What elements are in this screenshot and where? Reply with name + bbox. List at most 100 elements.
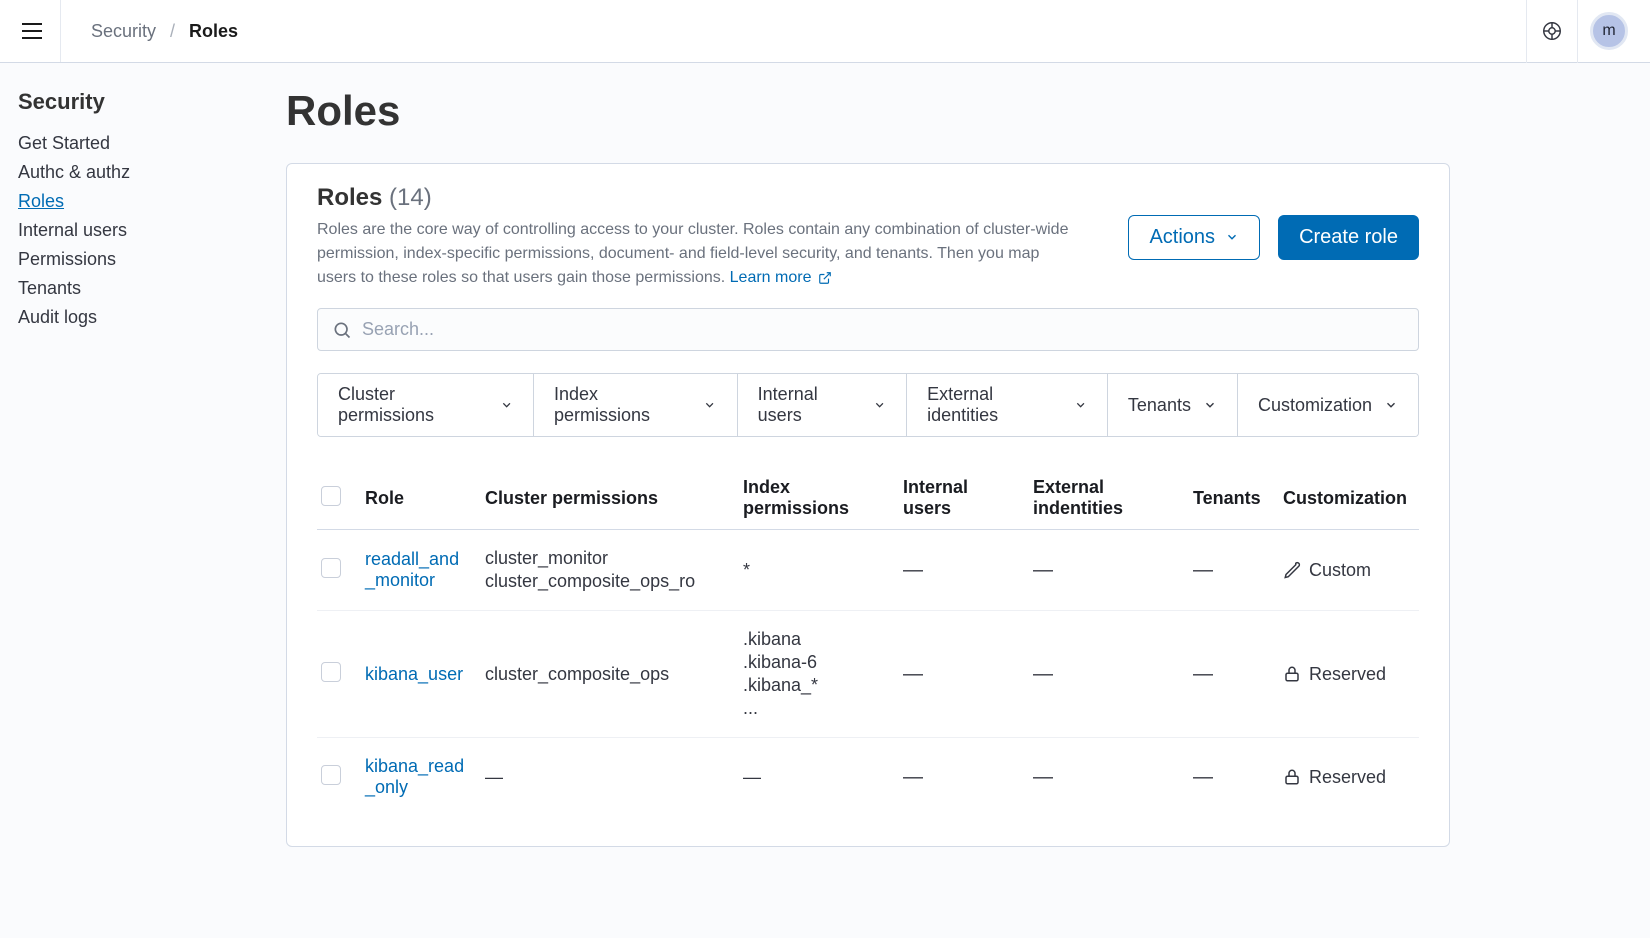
filter-label: Cluster permissions (338, 384, 488, 426)
sidebar-item-internal-users[interactable]: Internal users (18, 216, 268, 245)
lock-icon (1283, 665, 1301, 683)
index-permissions-cell: .kibana.kibana-6.kibana_*... (743, 629, 887, 719)
table-row: kibana_read_only—————Reserved (317, 738, 1419, 817)
actions-label: Actions (1149, 226, 1215, 249)
th-customization[interactable]: Customization (1279, 467, 1419, 530)
breadcrumb-current: Roles (189, 21, 238, 42)
learn-more-text: Learn more (730, 269, 812, 286)
sidebar-item-tenants[interactable]: Tenants (18, 274, 268, 303)
sidebar-item-get-started[interactable]: Get Started (18, 129, 268, 158)
card-header: Roles (14) Roles are the core way of con… (317, 184, 1419, 290)
th-internal-users[interactable]: Internal users (899, 467, 1029, 530)
filter-internal-users[interactable]: Internal users (738, 374, 907, 436)
lock-icon (1283, 768, 1301, 786)
tenants-cell: — (1193, 663, 1213, 685)
card-actions: Actions Create role (1128, 184, 1419, 290)
select-all-checkbox[interactable] (321, 486, 341, 506)
search-field[interactable] (317, 308, 1419, 351)
app-header: Security / Roles m (0, 0, 1650, 63)
chevron-down-icon (500, 398, 513, 412)
index-permissions-cell: — (743, 767, 887, 788)
sidebar-nav: Get Started Authc & authz Roles Internal… (18, 129, 268, 332)
breadcrumb-separator: / (170, 21, 175, 42)
customization-label: Reserved (1309, 664, 1386, 685)
breadcrumb-parent[interactable]: Security (91, 21, 156, 42)
chevron-down-icon (1074, 398, 1087, 412)
filters-row: Cluster permissions Index permissions In… (317, 373, 1419, 437)
pencil-icon (1283, 561, 1301, 579)
chevron-down-icon (703, 398, 716, 412)
row-checkbox[interactable] (321, 765, 341, 785)
tenants-cell: — (1193, 559, 1213, 581)
search-input[interactable] (362, 319, 1404, 340)
filter-tenants[interactable]: Tenants (1108, 374, 1238, 436)
roles-card: Roles (14) Roles are the core way of con… (286, 163, 1450, 847)
chevron-down-icon (1203, 398, 1217, 412)
table-row: readall_and_monitor cluster_monitorcluste… (317, 530, 1419, 611)
th-external-identities[interactable]: External indentities (1029, 467, 1189, 530)
customization-cell: Reserved (1283, 664, 1407, 685)
filter-cluster-permissions[interactable]: Cluster permissions (318, 374, 534, 436)
external-link-icon (818, 271, 832, 285)
sidebar-item-audit-logs[interactable]: Audit logs (18, 303, 268, 332)
customization-cell: Reserved (1283, 767, 1407, 788)
card-description: Roles are the core way of controlling ac… (317, 218, 1077, 290)
avatar-letter: m (1602, 22, 1615, 40)
internal-users-cell: — (903, 663, 923, 685)
sidebar-item-roles[interactable]: Roles (18, 187, 268, 216)
card-title: Roles (317, 184, 382, 211)
card-description-text: Roles are the core way of controlling ac… (317, 221, 1068, 286)
role-link[interactable]: kibana_user (365, 664, 463, 684)
breadcrumb: Security / Roles (91, 21, 238, 42)
search-icon (332, 320, 352, 340)
card-count: (14) (389, 184, 432, 211)
th-role[interactable]: Role (361, 467, 481, 530)
filter-label: Tenants (1128, 395, 1191, 416)
row-checkbox[interactable] (321, 558, 341, 578)
filter-label: Customization (1258, 395, 1372, 416)
th-index-permissions[interactable]: Index permissions (739, 467, 899, 530)
learn-more-link[interactable]: Learn more (730, 269, 832, 286)
customization-label: Reserved (1309, 767, 1386, 788)
tenants-cell: — (1193, 766, 1213, 788)
customization-cell: Custom (1283, 560, 1407, 581)
cluster-permissions-cell: cluster_monitorcluster_composite_ops_ro (485, 548, 727, 592)
filter-customization[interactable]: Customization (1238, 374, 1418, 436)
page-title: Roles (286, 87, 1450, 135)
sidebar: Security Get Started Authc & authz Roles… (0, 63, 286, 938)
card-heading-wrap: Roles (14) Roles are the core way of con… (317, 184, 1077, 290)
filter-external-identities[interactable]: External identities (907, 374, 1108, 436)
row-checkbox[interactable] (321, 662, 341, 682)
cluster-permissions-cell: cluster_composite_ops (485, 664, 727, 685)
role-link[interactable]: kibana_read_only (365, 756, 464, 797)
chevron-down-icon (873, 398, 886, 412)
actions-button[interactable]: Actions (1128, 215, 1260, 260)
avatar[interactable]: m (1590, 12, 1628, 50)
sidebar-item-authc-authz[interactable]: Authc & authz (18, 158, 268, 187)
index-permissions-cell: * (743, 560, 887, 581)
external-identities-cell: — (1033, 663, 1053, 685)
filter-label: Internal users (758, 384, 861, 426)
sidebar-title: Security (18, 89, 268, 115)
create-role-button[interactable]: Create role (1278, 215, 1419, 260)
roles-table: Role Cluster permissions Index permissio… (317, 467, 1419, 816)
sidebar-item-permissions[interactable]: Permissions (18, 245, 268, 274)
chevron-down-icon (1225, 230, 1239, 244)
menu-icon[interactable] (22, 23, 42, 39)
help-icon[interactable] (1539, 18, 1565, 44)
external-identities-cell: — (1033, 559, 1053, 581)
external-identities-cell: — (1033, 766, 1053, 788)
role-link[interactable]: readall_and_monitor (365, 549, 459, 590)
chevron-down-icon (1384, 398, 1398, 412)
hamburger-wrap (22, 0, 61, 62)
filter-index-permissions[interactable]: Index permissions (534, 374, 738, 436)
th-cluster-permissions[interactable]: Cluster permissions (481, 467, 739, 530)
th-tenants[interactable]: Tenants (1189, 467, 1279, 530)
internal-users-cell: — (903, 559, 923, 581)
create-role-label: Create role (1299, 226, 1398, 249)
customization-label: Custom (1309, 560, 1371, 581)
card-heading: Roles (14) (317, 184, 1077, 212)
filter-label: External identities (927, 384, 1062, 426)
filter-label: Index permissions (554, 384, 691, 426)
header-right: m (1514, 0, 1628, 63)
